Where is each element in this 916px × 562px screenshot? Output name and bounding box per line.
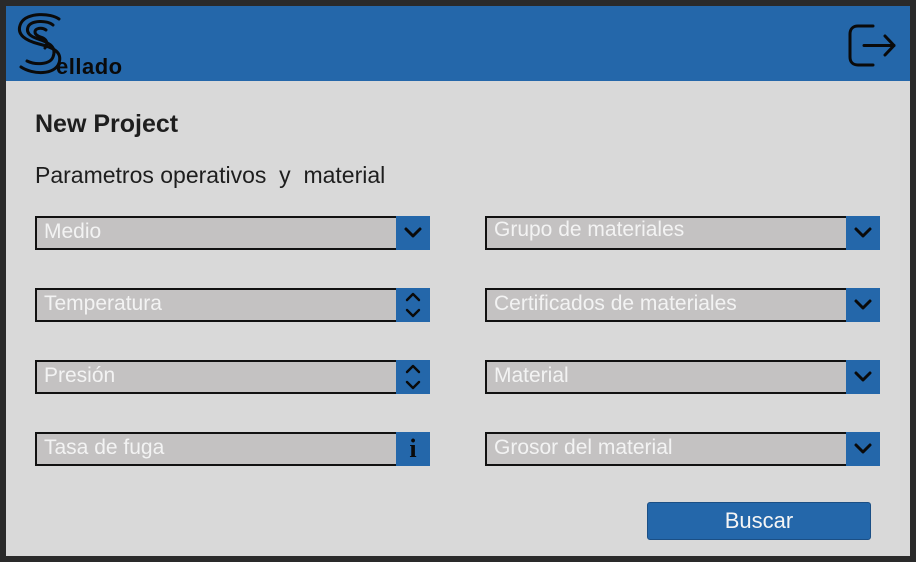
medio-select[interactable]: Medio	[35, 216, 430, 250]
section-subtitle: Parametros operativos y material	[35, 162, 386, 188]
chevron-down-icon	[854, 371, 872, 382]
temperatura-label: Temperatura	[44, 292, 162, 315]
page-title: New Project	[35, 110, 179, 138]
chevron-down-icon	[854, 443, 872, 454]
material-label: Material	[494, 364, 569, 387]
header-bar: ellado	[6, 6, 910, 81]
logo-text: ellado	[56, 54, 123, 79]
grosor-del-material-label: Grosor del material	[494, 436, 673, 459]
presion-stepper[interactable]	[396, 360, 430, 394]
medio-label: Medio	[44, 220, 102, 243]
certificados-de-materiales-select[interactable]: Certificados de materiales	[485, 288, 880, 322]
stepper-up-down-icon	[405, 364, 421, 390]
temperatura-input[interactable]: Temperatura	[35, 288, 430, 322]
certificados-dropdown-button[interactable]	[846, 288, 880, 322]
logout-button[interactable]	[846, 20, 898, 70]
grosor-del-material-select[interactable]: Grosor del material	[485, 432, 880, 466]
grupo-de-materiales-label: Grupo de materiales	[494, 218, 685, 241]
app-window: ellado New Project Parametros operativos…	[6, 6, 910, 556]
logo: ellado	[15, 11, 155, 79]
temperatura-stepper[interactable]	[396, 288, 430, 322]
presion-input[interactable]: Presión	[35, 360, 430, 394]
info-icon[interactable]: i	[396, 432, 430, 466]
medio-dropdown-button[interactable]	[396, 216, 430, 250]
tasa-de-fuga-label: Tasa de fuga	[44, 436, 165, 459]
grupo-de-materiales-select[interactable]: Grupo de materiales	[485, 216, 880, 250]
chevron-down-icon	[404, 227, 422, 238]
grupo-de-materiales-dropdown-button[interactable]	[846, 216, 880, 250]
grosor-dropdown-button[interactable]	[846, 432, 880, 466]
chevron-down-icon	[854, 227, 872, 238]
tasa-de-fuga-input[interactable]: Tasa de fuga i	[35, 432, 430, 466]
chevron-down-icon	[854, 299, 872, 310]
buscar-button[interactable]: Buscar	[647, 502, 871, 540]
certificados-de-materiales-label: Certificados de materiales	[494, 292, 737, 315]
material-select[interactable]: Material	[485, 360, 880, 394]
material-dropdown-button[interactable]	[846, 360, 880, 394]
presion-label: Presión	[44, 364, 116, 387]
stepper-up-down-icon	[405, 292, 421, 318]
logout-icon	[848, 24, 896, 67]
